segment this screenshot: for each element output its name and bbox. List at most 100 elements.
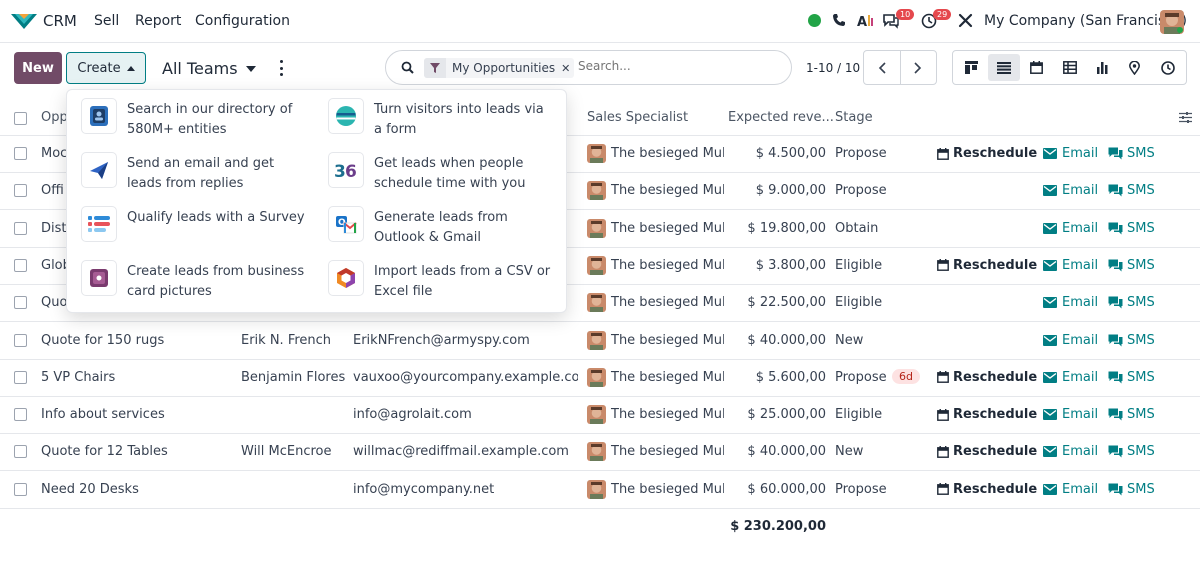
row-checkbox[interactable] (14, 296, 27, 310)
sales-specialist[interactable]: The besieged Mulla (587, 181, 724, 201)
reschedule-button[interactable]: Reschedule (937, 370, 1037, 385)
email-button[interactable]: Email (1043, 407, 1098, 422)
pager-previous-button[interactable] (864, 51, 901, 84)
remove-facet-icon[interactable]: ✕ (561, 62, 574, 75)
create-button[interactable]: Create (66, 52, 146, 84)
kebab-menu-icon[interactable] (278, 60, 284, 76)
sms-button[interactable]: SMS (1108, 482, 1155, 497)
sales-specialist[interactable]: The besieged Mulla (587, 479, 724, 499)
pivot-view-button[interactable] (1053, 54, 1086, 81)
dropdown-item-business-card[interactable]: Create leads from business card pictures (67, 252, 304, 302)
row-checkbox[interactable] (14, 370, 27, 384)
select-all-checkbox[interactable] (14, 112, 27, 125)
sms-button[interactable]: SMS (1108, 370, 1155, 385)
activity-view-button[interactable] (1151, 54, 1184, 81)
row-checkbox[interactable] (14, 147, 27, 160)
sales-specialist[interactable]: The besieged Mulla (587, 442, 724, 462)
list-view-button[interactable] (987, 54, 1021, 81)
row-checkbox[interactable] (14, 333, 27, 347)
reschedule-button[interactable]: Reschedule (937, 407, 1037, 422)
column-header-stage[interactable]: Stage (835, 110, 873, 125)
sms-button[interactable]: SMS (1108, 295, 1155, 310)
email-button[interactable]: Email (1043, 146, 1098, 161)
table-row[interactable]: Quote for 12 Tables Will McEncroe willmac@… (0, 434, 1200, 472)
online-status-icon[interactable] (808, 14, 821, 27)
search-input[interactable] (578, 59, 778, 73)
graph-view-button[interactable] (1086, 54, 1119, 81)
kanban-view-button[interactable] (955, 54, 988, 81)
row-checkbox[interactable] (14, 258, 27, 272)
menu-configuration[interactable]: Configuration (195, 13, 290, 29)
email-button[interactable]: Email (1043, 295, 1098, 310)
dropdown-item-outlook-gmail[interactable]: O Generate leads from Outlook & Gmail (314, 198, 544, 248)
sales-specialist[interactable]: The besieged Mulla (587, 405, 724, 425)
specialist-avatar (587, 405, 606, 425)
user-avatar[interactable] (1160, 10, 1184, 34)
sms-button[interactable]: SMS (1108, 444, 1155, 459)
email-button[interactable]: Email (1043, 444, 1098, 459)
sales-specialist[interactable]: The besieged Mulla (587, 367, 724, 387)
reschedule-button[interactable]: Reschedule (937, 444, 1037, 459)
phone-icon[interactable] (832, 13, 846, 27)
column-header-expected-revenue[interactable]: Expected reve... (728, 110, 834, 125)
sms-button[interactable]: SMS (1108, 333, 1155, 348)
menu-sell[interactable]: Sell (94, 13, 119, 29)
sales-specialist[interactable]: The besieged Mulla (587, 255, 724, 275)
email-button[interactable]: Email (1043, 333, 1098, 348)
sales-specialist[interactable]: The besieged Mulla (587, 293, 724, 313)
email-button[interactable]: Email (1043, 482, 1098, 497)
calendar-view-button[interactable] (1020, 54, 1053, 81)
new-button[interactable]: New (14, 52, 62, 84)
top-navbar: CRM Sell Report Configuration A 10 29 My… (0, 0, 1200, 43)
row-checkbox[interactable] (14, 445, 27, 459)
email-button[interactable]: Email (1043, 370, 1098, 385)
teams-selector[interactable]: All Teams (162, 59, 256, 78)
column-header-opportunity[interactable]: Opp (41, 110, 68, 125)
table-row[interactable]: 5 VP Chairs Benjamin Flores vauxoo@yourcom… (0, 360, 1200, 397)
specialist-avatar (587, 293, 606, 313)
create-dropdown-menu: Search in our directory of 580M+ entitie… (66, 89, 567, 313)
dropdown-item-survey[interactable]: Qualify leads with a Survey (67, 198, 305, 248)
messages-menu[interactable]: 10 (883, 9, 915, 32)
reschedule-button[interactable]: Reschedule (937, 146, 1037, 161)
search-bar[interactable]: My Opportunities ✕ (385, 50, 792, 85)
row-checkbox[interactable] (14, 482, 27, 496)
row-checkbox[interactable] (14, 184, 27, 198)
reschedule-button[interactable]: Reschedule (937, 482, 1037, 497)
table-row[interactable]: Info about services info@agrolait.com The … (0, 397, 1200, 435)
sms-icon (1108, 445, 1123, 458)
email-button[interactable]: Email (1043, 183, 1098, 198)
sms-button[interactable]: SMS (1108, 183, 1155, 198)
dropdown-item-import-file[interactable]: Import leads from a CSV or Excel file (314, 252, 550, 302)
sales-specialist[interactable]: The besieged Mulla (587, 218, 724, 238)
column-header-sales-specialist[interactable]: Sales Specialist (587, 110, 688, 125)
sales-specialist[interactable]: The besieged Mulla (587, 144, 724, 163)
sms-button[interactable]: SMS (1108, 221, 1155, 236)
email-button[interactable]: Email (1043, 221, 1098, 236)
crm-logo-icon[interactable] (11, 12, 37, 30)
table-row[interactable]: Quote for 150 rugs Erik N. French ErikNFre… (0, 323, 1200, 360)
dropdown-item-email-alias[interactable]: Send an email and get leads from replies (67, 144, 297, 194)
email-button[interactable]: Email (1043, 258, 1098, 273)
menu-report[interactable]: Report (135, 13, 181, 29)
pager-next-button[interactable] (901, 51, 937, 84)
company-switcher[interactable]: My Company (San Francisco) (984, 13, 1187, 29)
row-checkbox[interactable] (14, 221, 27, 235)
dropdown-item-appointments[interactable]: 36 Get leads when people schedule time w… (314, 144, 544, 194)
row-checkbox[interactable] (14, 408, 27, 422)
sms-button[interactable]: SMS (1108, 407, 1155, 422)
sms-button[interactable]: SMS (1108, 258, 1155, 273)
pager-value[interactable]: 1-10 / 10 (806, 61, 860, 75)
reschedule-button[interactable]: Reschedule (937, 258, 1037, 273)
dropdown-item-website-form[interactable]: Turn visitors into leads via a form (314, 90, 544, 140)
app-name[interactable]: CRM (43, 12, 77, 30)
optional-columns-icon[interactable] (1179, 111, 1192, 124)
ai-icon[interactable]: A (857, 13, 873, 28)
map-view-button[interactable] (1119, 54, 1152, 81)
activities-menu[interactable]: 29 (921, 9, 952, 32)
sms-button[interactable]: SMS (1108, 146, 1155, 161)
table-row[interactable]: Need 20 Desks info@mycompany.net The besie… (0, 472, 1200, 509)
tools-icon[interactable] (958, 13, 973, 28)
dropdown-item-directory-search[interactable]: Search in our directory of 580M+ entitie… (67, 90, 297, 140)
sales-specialist[interactable]: The besieged Mulla (587, 330, 724, 350)
